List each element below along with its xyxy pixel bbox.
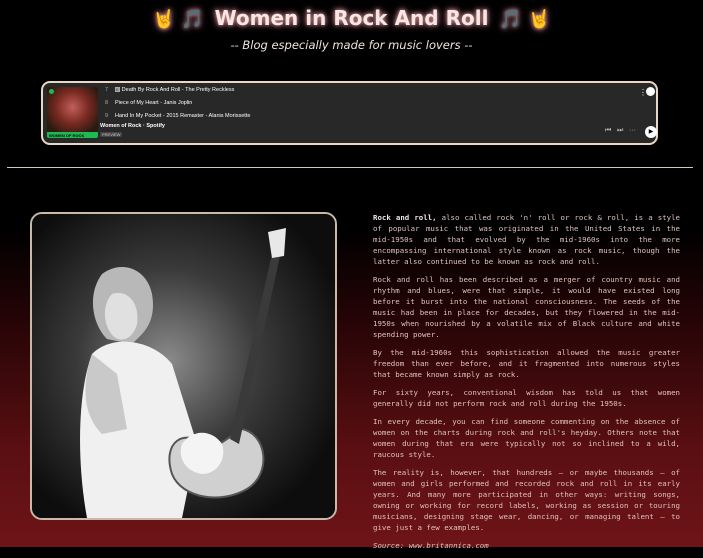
track-title: Hand In My Pocket - 2015 Remaster - Alan… [115,113,251,119]
article-paragraph: In every decade, you can find someone co… [373,417,680,459]
music-note-rock-hand-icon-right: 🎵 🤘 [499,9,551,30]
spotify-logo-icon[interactable] [646,87,655,96]
page-title: 🤘 🎵 Women in Rock And Roll 🎵 🤘 [0,6,703,30]
more-dots-icon[interactable]: ··· [629,127,636,134]
article-paragraph: Rock and roll has been described as a me… [373,275,680,339]
source-citation: Source: www.britannica.com [373,541,489,550]
track-number: 7 [105,87,109,93]
playlist-cover-image[interactable]: WOMEN OF ROCK [47,87,98,138]
track-number: 8 [105,100,109,106]
track-row[interactable]: 7 E Death By Rock And Roll - The Pretty Re… [105,87,234,93]
article-body: Rock and roll, also called rock 'n' roll… [373,212,680,558]
cover-label: WOMEN OF ROCK [49,133,85,138]
spotify-embed-player[interactable]: WOMEN OF ROCK 7 E Death By Rock And Roll -… [41,81,658,145]
rock-hand-music-note-icon-left: 🤘 🎵 [152,9,204,30]
track-number: 9 [105,113,109,119]
preview-badge: PREVIEW [100,132,123,137]
track-row[interactable]: 8 Piece of My Heart - Janis Joplin [105,100,192,106]
article-paragraph: Rock and roll, also called rock 'n' roll… [373,212,680,267]
playlist-name[interactable]: Women of Rock · Spotify [100,123,165,129]
previous-track-icon[interactable]: ⏮ [605,127,611,135]
explicit-badge: E [115,87,120,92]
guitarist-illustration [32,214,335,518]
track-title: Death By Rock And Roll - The Pretty Reck… [121,87,235,93]
guitarist-photo [30,212,337,520]
article-paragraph: The reality is, however, that hundreds –… [373,468,680,532]
play-button[interactable]: ▶ [645,126,657,138]
track-row[interactable]: 9 Hand In My Pocket - 2015 Remaster - Ala… [105,113,250,119]
article-paragraph: For sixty years, conventional wisdom has… [373,388,680,408]
spotify-small-icon [49,89,54,94]
section-divider [7,167,693,168]
next-track-icon[interactable]: ⏭ [617,127,623,135]
track-title: Piece of My Heart - Janis Joplin [115,100,193,106]
page-subtitle: -- Blog especially made for music lovers… [230,38,473,52]
page-title-text: Women in Rock And Roll [214,6,489,30]
lead-term: Rock and roll, [373,213,437,222]
article-paragraph: By the mid-1960s this sophistication all… [373,348,680,379]
